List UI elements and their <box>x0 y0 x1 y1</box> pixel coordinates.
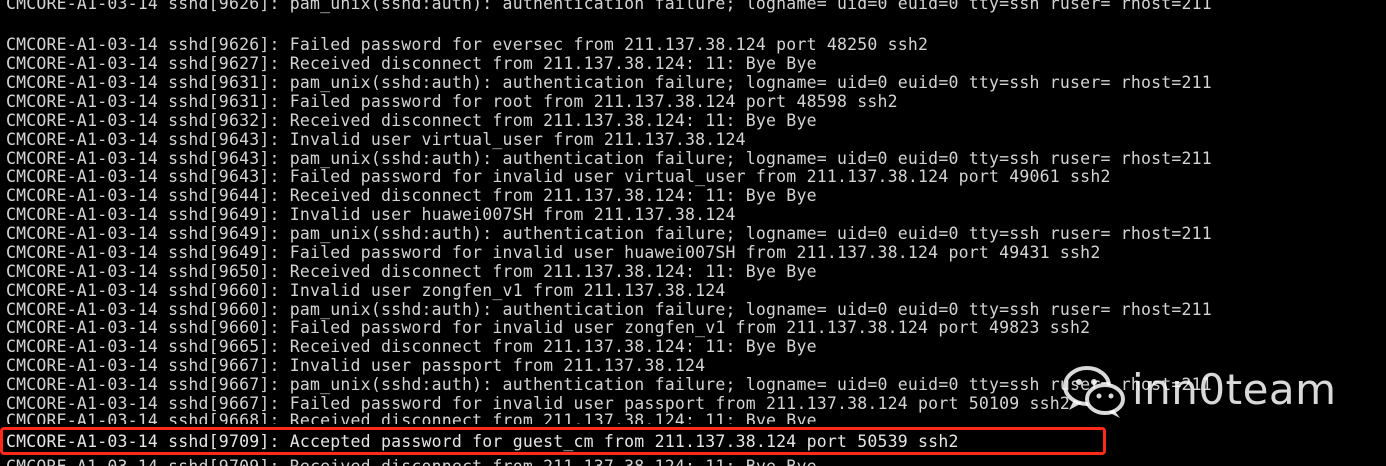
log-line: CMCORE-A1-03-14 sshd[9643]: Failed passw… <box>6 167 1111 186</box>
log-line: CMCORE-A1-03-14 sshd[9627]: Received dis… <box>6 54 817 73</box>
log-line: CMCORE-A1-03-14 sshd[9649]: Failed passw… <box>6 243 1101 262</box>
log-line: CMCORE-A1-03-14 sshd[9631]: pam_unix(ssh… <box>6 73 1212 92</box>
log-line: CMCORE-A1-03-14 sshd[9660]: Invalid user… <box>6 281 726 300</box>
terminal-window[interactable]: CMCORE-A1-03-14 sshd[9626]: pam_unix(ssh… <box>0 0 1386 466</box>
log-line-partial: CMCORE-A1-03-14 sshd[9709]: Received dis… <box>6 457 817 466</box>
log-line: CMCORE-A1-03-14 sshd[9660]: Failed passw… <box>6 318 1091 337</box>
log-line: CMCORE-A1-03-14 sshd[9643]: pam_unix(ssh… <box>6 149 1212 168</box>
log-line: CMCORE-A1-03-14 sshd[9632]: Received dis… <box>6 111 817 130</box>
log-line: CMCORE-A1-03-14 sshd[9649]: Invalid user… <box>6 205 736 224</box>
log-line: CMCORE-A1-03-14 sshd[9626]: pam_unix(ssh… <box>6 0 1212 13</box>
log-line: CMCORE-A1-03-14 sshd[9667]: pam_unix(ssh… <box>6 375 1212 394</box>
log-line: CMCORE-A1-03-14 sshd[9650]: Received dis… <box>6 262 817 281</box>
log-line: CMCORE-A1-03-14 sshd[9626]: Failed passw… <box>6 35 929 54</box>
log-line: CMCORE-A1-03-14 sshd[9643]: Invalid user… <box>6 130 746 149</box>
log-line: CMCORE-A1-03-14 sshd[9660]: pam_unix(ssh… <box>6 300 1212 319</box>
log-line: CMCORE-A1-03-14 sshd[9649]: pam_unix(ssh… <box>6 224 1212 243</box>
log-line-partial: CMCORE-A1-03-14 sshd[9668]: Received dis… <box>6 411 817 424</box>
log-line-accepted: CMCORE-A1-03-14 sshd[9709]: Accepted pas… <box>6 432 959 451</box>
log-line: CMCORE-A1-03-14 sshd[9667]: Invalid user… <box>6 356 706 375</box>
log-line: CMCORE-A1-03-14 sshd[9665]: Received dis… <box>6 337 817 356</box>
log-line: CMCORE-A1-03-14 sshd[9631]: Failed passw… <box>6 92 898 111</box>
log-line: CMCORE-A1-03-14 sshd[9644]: Received dis… <box>6 186 817 205</box>
